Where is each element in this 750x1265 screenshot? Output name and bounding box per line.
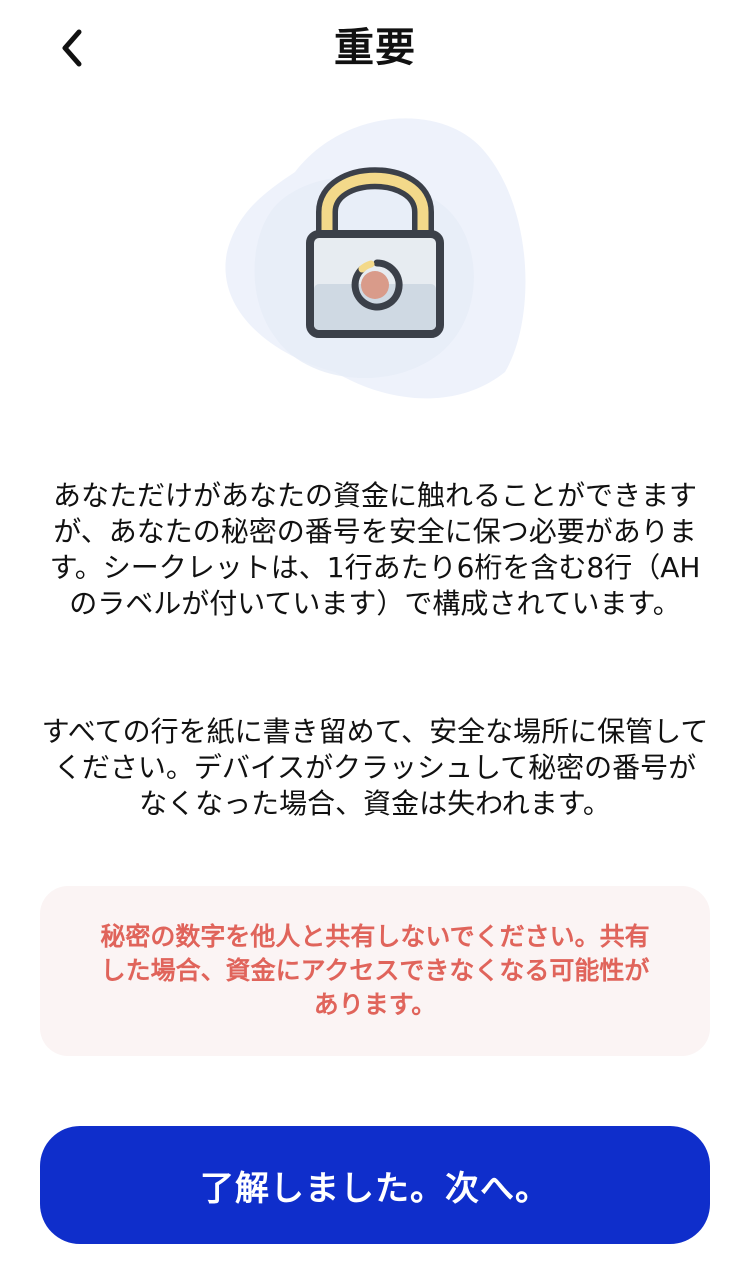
page-title: 重要	[334, 25, 416, 71]
padlock-icon	[225, 118, 526, 399]
info-paragraph-2: すべての行を紙に書き留めて、安全な場所に保管してください。デバイスがクラッシュし…	[41, 715, 709, 820]
header-bar: 重要	[0, 0, 750, 100]
info-paragraph-1: あなただけがあなたの資金に触れることができますが、あなたの秘密の番号を安全に保つ…	[49, 479, 701, 620]
padlock-keyhole	[361, 271, 389, 299]
padlock-illustration	[215, 112, 535, 412]
understood-next-button[interactable]: 了解しました。次へ。	[40, 1126, 710, 1244]
warning-box: 秘密の数字を他人と共有しないでください。共有した場合、資金にアクセスできなくなる…	[40, 886, 710, 1056]
warning-text: 秘密の数字を他人と共有しないでください。共有した場合、資金にアクセスできなくなる…	[100, 922, 650, 1019]
understood-next-label: 了解しました。次へ。	[200, 1169, 550, 1208]
